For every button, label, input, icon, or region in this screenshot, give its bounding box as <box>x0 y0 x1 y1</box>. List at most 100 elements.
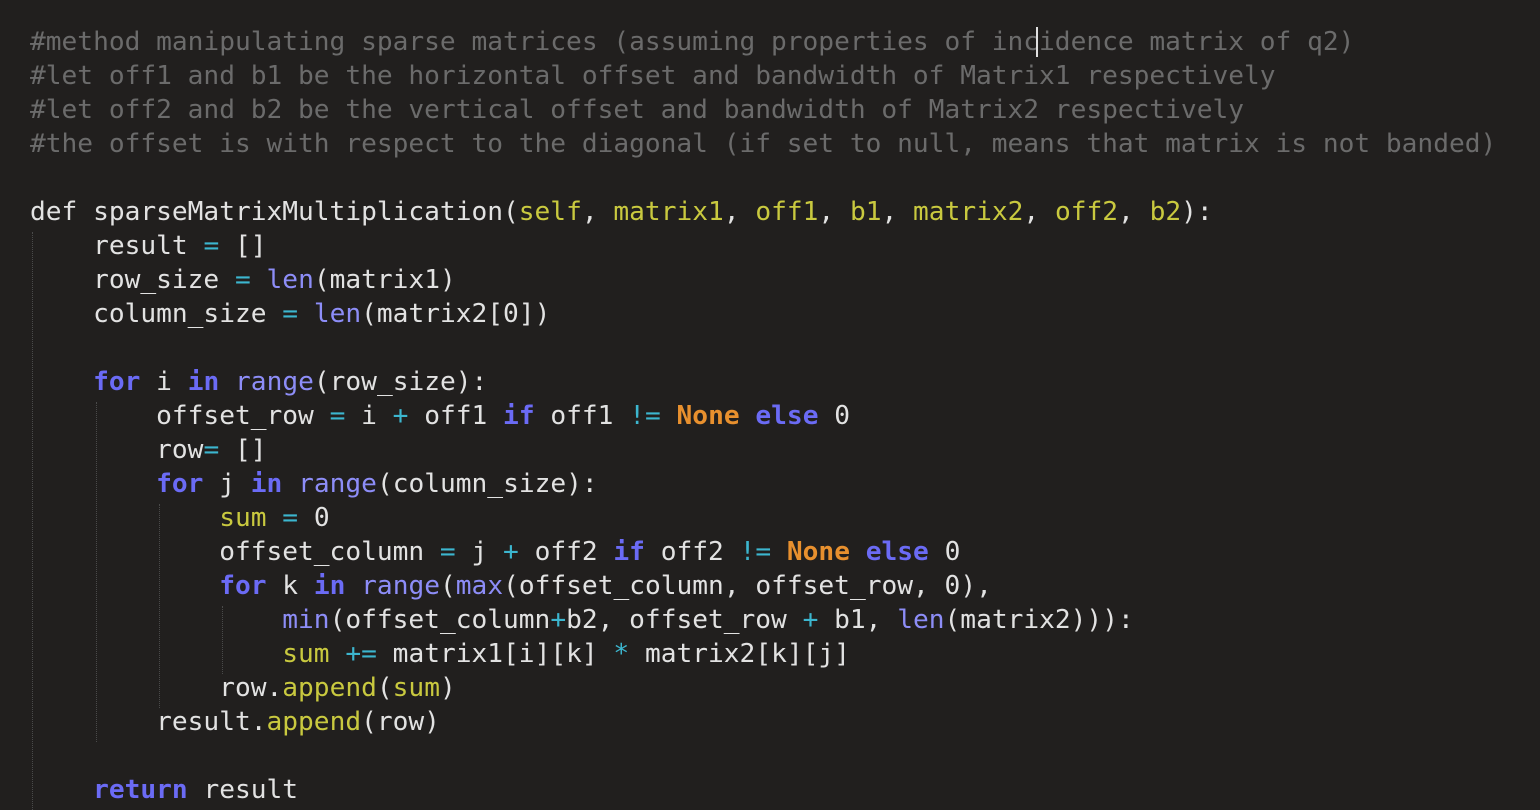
code-text-token: off1 <box>534 401 630 431</box>
code-line[interactable]: #method manipulating sparse matrices (as… <box>30 25 1496 59</box>
code-text-token: , <box>1118 197 1150 227</box>
builtin-token: range <box>235 367 314 397</box>
code-line[interactable]: row.append(sum) <box>30 671 1496 705</box>
indent-guide <box>32 232 33 810</box>
code-line[interactable] <box>30 331 1496 365</box>
code-text-token: (column_size): <box>376 469 598 499</box>
code-text-token: result <box>30 231 204 261</box>
code-line[interactable]: #let off1 and b1 be the horizontal offse… <box>30 59 1496 93</box>
keyword-token: for <box>156 469 204 499</box>
code-text-token: j <box>203 469 251 499</box>
code-text-token: b1, <box>818 605 898 635</box>
keyword-token: in <box>313 571 346 601</box>
keyword-token: return <box>93 775 188 805</box>
code-text-token: column_size <box>30 299 283 329</box>
code-text-token: b2, offset_row <box>566 605 803 635</box>
code-text-token: i <box>140 367 188 397</box>
builtin-token: max <box>455 571 504 601</box>
keyword-token: else <box>755 401 819 431</box>
identifier-token: sum <box>219 503 267 533</box>
code-line[interactable] <box>30 161 1496 195</box>
code-line[interactable] <box>30 739 1496 773</box>
code-text-token: offset_row <box>30 401 330 431</box>
code-line[interactable]: def sparseMatrixMultiplication(self, mat… <box>30 195 1496 229</box>
operator-token: != <box>629 401 661 431</box>
code-line[interactable]: row= [] <box>30 433 1496 467</box>
keyword-token: if <box>613 537 645 567</box>
code-text-token: off2 <box>644 537 740 567</box>
code-line[interactable]: row_size = len(matrix1) <box>30 263 1496 297</box>
code-line[interactable]: sum = 0 <box>30 501 1496 535</box>
keyword-token: for <box>219 571 267 601</box>
code-text-token: (matrix2))): <box>944 605 1134 635</box>
code-text-token: , <box>1023 197 1055 227</box>
code-line[interactable]: sum += matrix1[i][k] * matrix2[k][j] <box>30 637 1496 671</box>
code-line[interactable]: result = [] <box>30 229 1496 263</box>
operator-token: + <box>802 605 819 635</box>
code-line[interactable]: for k in range(max(offset_column, offset… <box>30 569 1496 603</box>
builtin-token: len <box>313 299 362 329</box>
keyword-token: else <box>865 537 929 567</box>
constant-token: None <box>676 401 740 431</box>
code-text-token: row_size <box>30 265 235 295</box>
identifier-token: matrix2 <box>913 197 1024 227</box>
code-line[interactable]: column_size = len(matrix2[0]) <box>30 297 1496 331</box>
code-text-token: row <box>30 435 204 465</box>
keyword-token: if <box>503 401 535 431</box>
constant-token: None <box>786 537 850 567</box>
code-text-token: (matrix2[0]) <box>361 299 551 329</box>
code-line[interactable]: for j in range(column_size): <box>30 467 1496 501</box>
code-text-token: result. <box>30 707 267 737</box>
builtin-token: range <box>361 571 440 601</box>
code-line[interactable]: min(offset_column+b2, offset_row + b1, l… <box>30 603 1496 637</box>
identifier-token: b1 <box>849 197 882 227</box>
code-text-token: j <box>455 537 504 567</box>
operator-token: = <box>282 299 299 329</box>
code-line[interactable]: #the offset is with respect to the diago… <box>30 127 1496 161</box>
identifier-token: append <box>266 707 362 737</box>
comment-token: #let off2 and b2 be the vertical offset … <box>30 95 1244 125</box>
code-line[interactable]: offset_column = j + off2 if off2 != None… <box>30 535 1496 569</box>
code-line[interactable]: for i in range(row_size): <box>30 365 1496 399</box>
code-text-token: [] <box>219 231 267 261</box>
code-line[interactable]: offset_row = i + off1 if off1 != None el… <box>30 399 1496 433</box>
identifier-token: sum <box>392 673 440 703</box>
operator-token: != <box>739 537 772 567</box>
identifier-token: off1 <box>755 197 819 227</box>
code-text-token: matrix1[i][k] <box>376 639 614 669</box>
code-text-token: ( <box>440 571 456 601</box>
keyword-token: in <box>250 469 283 499</box>
comment-token: #method manipulating sparse matrices (as… <box>30 27 1355 57</box>
comment-token: #let off1 and b1 be the horizontal offse… <box>30 61 1276 91</box>
operator-token: = <box>203 231 220 261</box>
code-line[interactable]: return result <box>30 773 1496 807</box>
code-line[interactable]: #let off2 and b2 be the vertical offset … <box>30 93 1496 127</box>
code-text-token: def sparseMatrixMultiplication( <box>30 197 519 227</box>
code-line[interactable]: result.append(row) <box>30 705 1496 739</box>
code-text-token: off2 <box>518 537 614 567</box>
code-text-token: result <box>187 775 299 805</box>
identifier-token: append <box>282 673 377 703</box>
code-text-token: 0 <box>818 401 851 431</box>
code-text-token: 0 <box>928 537 961 567</box>
builtin-token: len <box>897 605 945 635</box>
code-editor[interactable]: #method manipulating sparse matrices (as… <box>30 25 1496 807</box>
code-text-token: matrix2[k][j] <box>629 639 850 669</box>
builtin-token: min <box>282 605 330 635</box>
code-text-token: ( <box>376 673 393 703</box>
operator-token: = <box>234 265 251 295</box>
